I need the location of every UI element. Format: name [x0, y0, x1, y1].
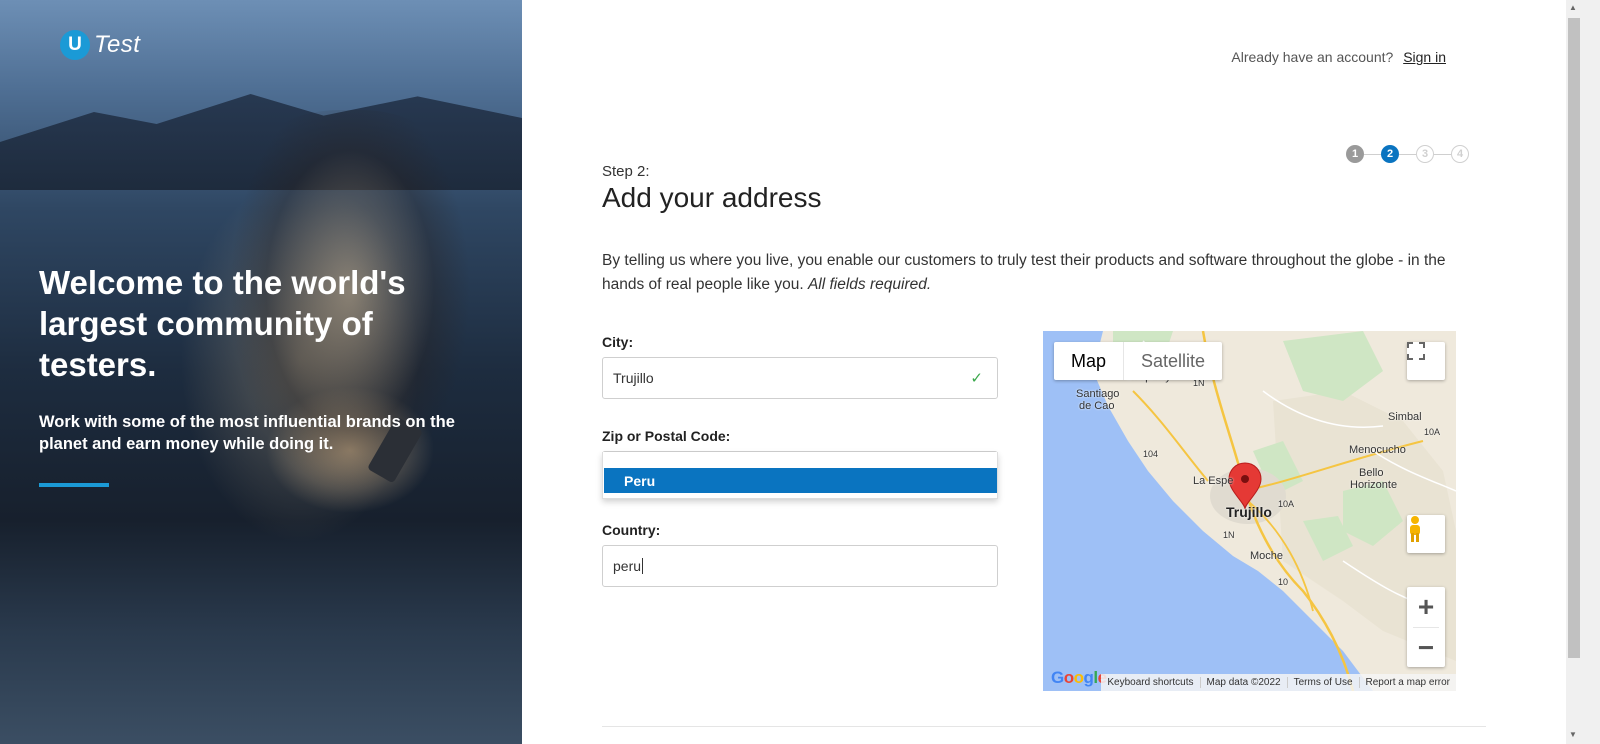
road-shield: 1N: [1223, 530, 1235, 540]
zoom-out-button[interactable]: −: [1407, 628, 1445, 668]
google-logo: Google: [1051, 668, 1107, 687]
hero-panel: U Test Welcome to the world's largest co…: [0, 0, 522, 744]
country-value: peru: [613, 558, 642, 574]
report-map-error-link[interactable]: Report a map error: [1360, 677, 1456, 688]
scroll-down-arrow-icon[interactable]: ▼: [1569, 730, 1577, 739]
signin-link[interactable]: Sign in: [1403, 49, 1446, 65]
utest-logo[interactable]: U Test: [60, 30, 140, 60]
map-label: de Cao: [1079, 400, 1115, 412]
map-label: Santiago: [1076, 388, 1120, 400]
road-shield: 10A: [1424, 427, 1441, 437]
text-cursor: [642, 558, 644, 574]
road-shield: 10: [1278, 577, 1289, 587]
signin-prompt: Already have an account?: [1231, 49, 1394, 65]
country-label: Country:: [602, 522, 661, 538]
intro-body: By telling us where you live, you enable…: [602, 252, 1446, 293]
step-1-indicator: 1: [1346, 145, 1364, 163]
map-type-control: Map Satellite: [1054, 342, 1223, 380]
zip-label: Zip or Postal Code:: [602, 428, 731, 444]
road-shield: 104: [1143, 449, 1159, 459]
map-data-attribution: Map data ©2022: [1201, 677, 1288, 688]
map-label: Horizonte: [1350, 479, 1398, 491]
city-value: Trujillo: [613, 370, 654, 386]
pegman-icon: [1410, 516, 1420, 542]
fullscreen-button[interactable]: [1407, 342, 1445, 380]
map-label: Simbal: [1388, 411, 1422, 423]
city-input[interactable]: Trujillo ✓: [602, 357, 998, 399]
map-label: Moche: [1250, 550, 1284, 562]
map-label: Menocucho: [1349, 444, 1406, 456]
hero-headline: Welcome to the world's largest community…: [39, 264, 406, 383]
terms-of-use-link[interactable]: Terms of Use: [1288, 677, 1360, 688]
map-label: Bello: [1359, 467, 1384, 479]
map-type-map-button[interactable]: Map: [1054, 342, 1123, 380]
street-view-button[interactable]: [1407, 515, 1445, 553]
logo-u-icon: U: [60, 30, 90, 60]
step-3-indicator: 3: [1416, 145, 1434, 163]
fullscreen-icon: [1407, 342, 1425, 360]
stepper-connector: [1434, 154, 1451, 155]
signin-row: Already have an account? Sign in: [1231, 49, 1446, 65]
logo-wordmark: Test: [94, 31, 141, 58]
map-type-satellite-button[interactable]: Satellite: [1123, 342, 1222, 380]
scrollbar[interactable]: ▲ ▼: [1566, 0, 1600, 744]
plus-icon: +: [1417, 591, 1435, 622]
zoom-in-button[interactable]: +: [1407, 587, 1445, 627]
step-label: Step 2:: [602, 163, 650, 180]
zoom-control: + −: [1407, 587, 1445, 667]
intro-required-note: All fields required.: [807, 276, 932, 293]
hero-subtext: Work with some of the most influential b…: [39, 413, 455, 453]
stepper-connector: [1399, 154, 1416, 155]
map-footer: Keyboard shortcuts Map data ©2022 Terms …: [1101, 674, 1456, 691]
location-map[interactable]: Chiquitoy Santiago de Cao Simbal Menocuc…: [1043, 331, 1456, 691]
stepper-connector: [1364, 154, 1381, 155]
keyboard-shortcuts-link[interactable]: Keyboard shortcuts: [1101, 677, 1201, 688]
country-suggestions-dropdown: Peru: [602, 452, 998, 499]
minus-icon: −: [1417, 632, 1435, 663]
map-label: La Espe: [1193, 475, 1234, 487]
scroll-thumb[interactable]: [1568, 18, 1580, 658]
intro-text: By telling us where you live, you enable…: [602, 249, 1482, 297]
suggestion-peru[interactable]: Peru: [604, 468, 997, 493]
step-2-indicator: 2: [1381, 145, 1399, 163]
hero-accent-bar: [39, 483, 109, 487]
form-divider: [602, 726, 1486, 727]
city-label: City:: [602, 334, 634, 350]
scroll-up-arrow-icon[interactable]: ▲: [1569, 3, 1577, 12]
road-shield: 10A: [1278, 499, 1295, 509]
country-input[interactable]: peru: [602, 545, 998, 587]
check-icon: ✓: [970, 370, 983, 387]
step-4-indicator: 4: [1451, 145, 1469, 163]
progress-stepper: 1 2 3 4: [1346, 145, 1471, 165]
map-label-city: Trujillo: [1226, 504, 1272, 520]
page-title: Add your address: [602, 182, 822, 213]
